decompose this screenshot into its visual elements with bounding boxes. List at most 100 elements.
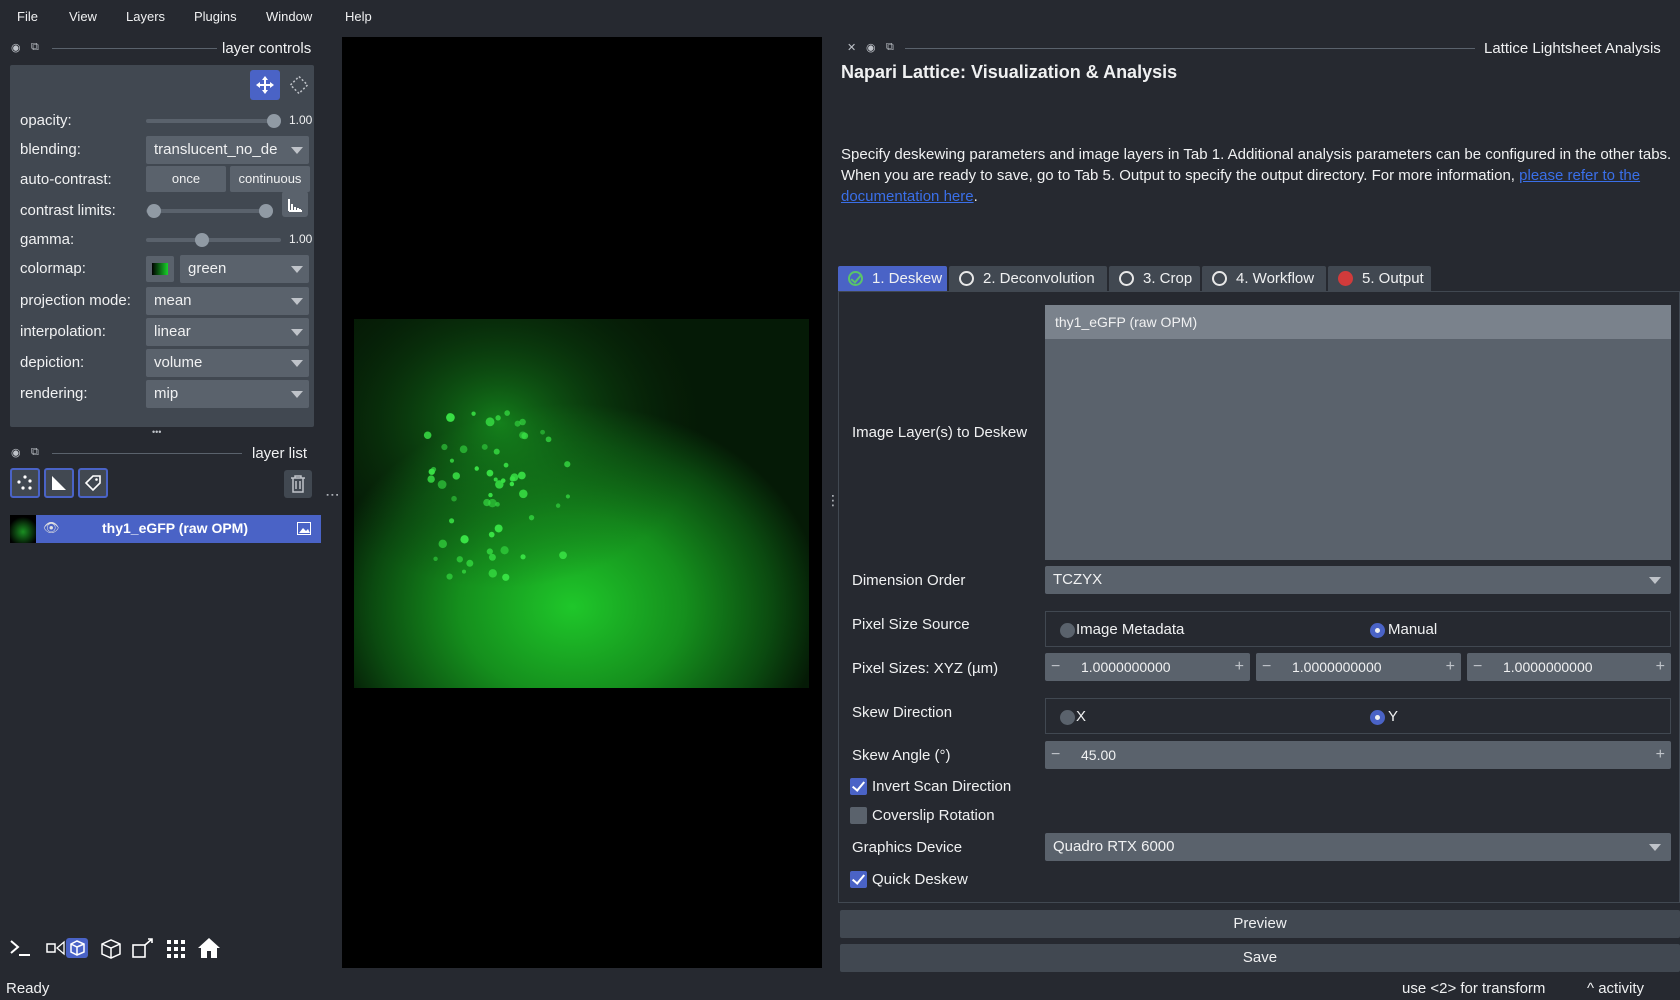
console-button[interactable] <box>8 936 36 962</box>
once-button[interactable]: once <box>146 166 226 192</box>
cube-icon <box>101 939 121 959</box>
image-layer-option[interactable]: thy1_eGFP (raw OPM) <box>1045 305 1671 339</box>
visibility-eye-icon[interactable]: 👁 <box>43 520 60 536</box>
cell-blob <box>488 531 495 538</box>
activity-toggle[interactable]: ^ activity <box>1587 980 1644 997</box>
pixel-size-z-spinbox[interactable]: − 1.0000000000 + <box>1467 653 1671 681</box>
minus-icon[interactable]: − <box>1051 741 1060 769</box>
toggle-ndisplay-button[interactable] <box>44 936 92 962</box>
viewer-canvas[interactable] <box>342 37 822 968</box>
gamma-slider-handle[interactable] <box>195 233 209 247</box>
blending-select[interactable]: translucent_no_de <box>146 136 309 164</box>
plus-icon[interactable]: + <box>1656 741 1665 769</box>
contrast-limits-slider[interactable] <box>146 209 273 213</box>
depiction-select[interactable]: volume <box>146 349 309 377</box>
delete-layer-button[interactable] <box>284 470 312 498</box>
splitter-handle[interactable]: ••• <box>152 427 161 437</box>
contrast-high-handle[interactable] <box>259 204 273 218</box>
radio-image-metadata[interactable] <box>1060 623 1075 638</box>
transpose-dims-button[interactable] <box>130 936 158 962</box>
graphics-device-value: Quadro RTX 6000 <box>1053 838 1175 855</box>
minus-icon[interactable]: − <box>1473 653 1482 681</box>
plus-icon[interactable]: + <box>1446 653 1455 681</box>
gamma-slider[interactable] <box>146 238 281 242</box>
cell-blob <box>481 443 488 450</box>
cell-blob <box>520 554 526 560</box>
layer-name[interactable]: thy1_eGFP (raw OPM) <box>102 520 248 536</box>
projection-label: projection mode: <box>20 292 131 309</box>
tab-deconvolution[interactable]: 2. Deconvolution <box>949 266 1107 291</box>
close-icon[interactable]: ✕ <box>847 41 856 54</box>
skew-angle-spinbox[interactable]: − 45.00 + <box>1045 741 1671 769</box>
cell-blob <box>495 415 501 421</box>
save-button[interactable]: Save <box>840 944 1680 972</box>
radio-skew-x[interactable] <box>1060 710 1075 725</box>
plus-icon[interactable]: + <box>1656 653 1665 681</box>
empty-circle-icon <box>959 271 974 286</box>
float-icon[interactable]: ⧉ <box>31 41 39 54</box>
cell-blob <box>500 546 509 555</box>
cell-blob <box>441 443 448 451</box>
cell-blob <box>503 462 509 468</box>
float-icon[interactable]: ⧉ <box>886 41 894 54</box>
pan-zoom-button[interactable] <box>250 70 280 100</box>
coverslip-rotation-label: Coverslip Rotation <box>872 807 995 824</box>
tab-crop[interactable]: 3. Crop <box>1109 266 1200 291</box>
new-points-button[interactable] <box>10 468 40 498</box>
tab-label: 3. Crop <box>1143 270 1193 287</box>
menu-help[interactable]: Help <box>345 9 372 24</box>
coverslip-rotation-checkbox[interactable] <box>850 807 867 824</box>
colormap-select[interactable]: green <box>180 255 309 283</box>
menu-view[interactable]: View <box>69 9 97 24</box>
plus-icon[interactable]: + <box>1235 653 1244 681</box>
description-end: . <box>973 188 978 205</box>
rendering-select[interactable]: mip <box>146 380 309 408</box>
transform-button[interactable] <box>284 70 314 100</box>
layer-list-title: layer list <box>252 445 308 462</box>
minus-icon[interactable]: − <box>1051 653 1060 681</box>
home-button[interactable] <box>196 936 224 962</box>
invert-scan-checkbox[interactable] <box>850 778 867 795</box>
blending-label: blending: <box>20 141 81 158</box>
histogram-button[interactable] <box>282 191 308 217</box>
layer-list-item[interactable]: 👁 thy1_eGFP (raw OPM) <box>10 515 321 543</box>
float-icon[interactable]: ⧉ <box>31 446 39 459</box>
splitter-handle-left[interactable]: ⋮ <box>325 488 341 500</box>
menu-layers[interactable]: Layers <box>126 9 165 24</box>
eye-toggle-icon[interactable]: ◉ <box>11 41 21 54</box>
cell-blob <box>471 411 476 416</box>
dimension-order-select[interactable]: TCZYX <box>1045 566 1671 594</box>
roll-dims-button[interactable] <box>98 936 126 962</box>
eye-toggle-icon[interactable]: ◉ <box>11 446 21 459</box>
tab-deskew[interactable]: 1. Deskew <box>838 266 947 291</box>
interpolation-select[interactable]: linear <box>146 318 309 346</box>
menu-plugins[interactable]: Plugins <box>194 9 237 24</box>
pixel-size-x-spinbox[interactable]: − 1.0000000000 + <box>1045 653 1250 681</box>
tab-output[interactable]: 5. Output <box>1328 266 1431 291</box>
quick-deskew-checkbox[interactable] <box>850 871 867 888</box>
preview-button[interactable]: Preview <box>840 910 1680 938</box>
new-labels-button[interactable] <box>78 468 108 498</box>
menu-file[interactable]: File <box>17 9 38 24</box>
contrast-low-handle[interactable] <box>147 204 161 218</box>
continuous-button[interactable]: continuous <box>230 166 310 192</box>
new-shapes-button[interactable] <box>44 468 74 498</box>
grid-view-button[interactable] <box>164 936 192 962</box>
opacity-slider[interactable] <box>146 119 281 123</box>
opacity-slider-handle[interactable] <box>267 114 281 128</box>
chevron-down-icon <box>291 329 303 336</box>
radio-skew-y[interactable] <box>1370 710 1385 725</box>
minus-icon[interactable]: − <box>1262 653 1271 681</box>
chevron-down-icon <box>1649 577 1661 584</box>
transform-icon <box>289 75 309 95</box>
eye-toggle-icon[interactable]: ◉ <box>866 41 876 54</box>
graphics-device-select[interactable]: Quadro RTX 6000 <box>1045 833 1671 861</box>
tab-workflow[interactable]: 4. Workflow <box>1202 266 1326 291</box>
pixel-size-y-spinbox[interactable]: − 1.0000000000 + <box>1256 653 1461 681</box>
projection-select[interactable]: mean <box>146 287 309 315</box>
opacity-value: 1.00 <box>289 113 313 127</box>
plugin-dock-title: Lattice Lightsheet Analysis <box>1484 40 1661 57</box>
image-layers-list[interactable]: thy1_eGFP (raw OPM) <box>1045 305 1671 560</box>
radio-manual[interactable] <box>1370 623 1385 638</box>
menu-window[interactable]: Window <box>266 9 312 24</box>
